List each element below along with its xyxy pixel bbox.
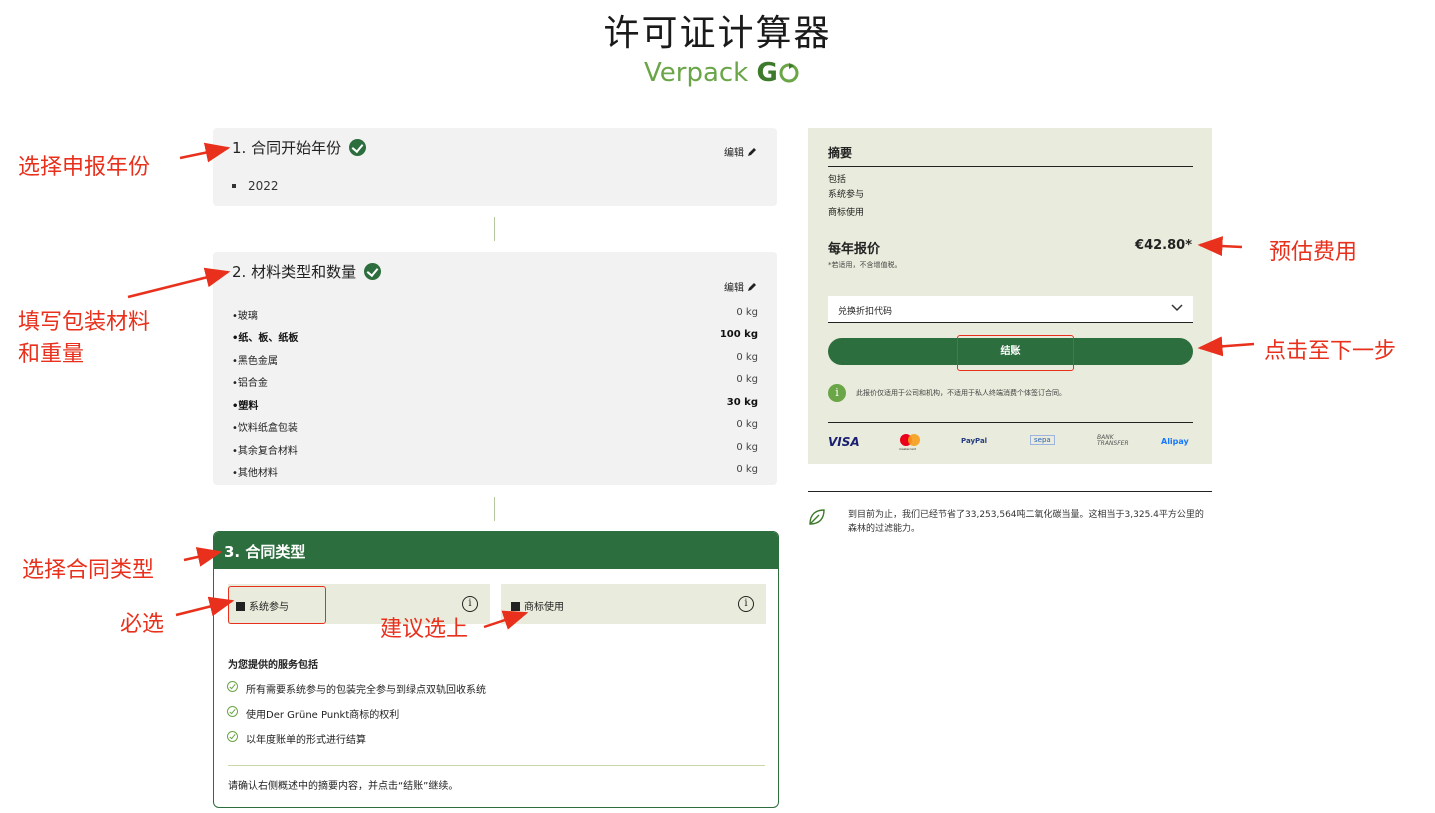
bank-transfer-logo: BANK TRANSFER [1097, 434, 1129, 447]
material-label: •其余复合材料 [232, 446, 298, 457]
info-icon[interactable]: i [462, 596, 478, 612]
option-label: 商标使用 [524, 602, 564, 613]
alipay-logo: Alipay [1161, 437, 1189, 446]
step1-title: 1. 合同开始年份 [232, 139, 342, 157]
divider [228, 765, 765, 766]
services-heading: 为您提供的服务包括 [228, 660, 318, 671]
annotation-contract-type: 选择合同类型 [22, 558, 155, 583]
discount-placeholder: 兑换折扣代码 [838, 307, 893, 317]
checkbox-checked[interactable] [511, 602, 520, 611]
highlight-box [957, 335, 1074, 371]
co2-savings-note: 到目前为止，我们已经节省了33,253,564吨二氧化碳当量。这相当于3,325… [848, 510, 1204, 534]
check-circle-icon [227, 681, 238, 692]
annual-quote-label: 每年报价 [828, 242, 881, 257]
step2-edit-button[interactable]: 编辑 [724, 279, 757, 294]
includes-label: 包括 [828, 175, 847, 185]
annotation-next-step: 点击至下一步 [1264, 339, 1397, 364]
material-value: 0 kg [736, 464, 758, 475]
logo-go: G [756, 58, 778, 88]
material-value: 0 kg [736, 374, 758, 385]
service-item: 所有需要系统参与的包装完全参与到绿点双轨回收系统 [246, 685, 486, 696]
material-label: •饮料纸盒包装 [232, 423, 298, 434]
material-value: 30 kg [726, 397, 758, 408]
material-row: •其他材料 0 kg [232, 464, 758, 479]
material-row: •黑色金属 0 kg [232, 352, 758, 367]
step1-year-item: 2022 [232, 179, 279, 193]
option-trademark-use[interactable]: 商标使用 i [501, 584, 766, 624]
material-label: •黑色金属 [232, 356, 278, 367]
step3-header: 3. 合同类型 [214, 532, 778, 569]
step-connector [494, 497, 495, 521]
divider [828, 422, 1193, 423]
material-row: •塑料 30 kg [232, 397, 758, 412]
annotation-recommended: 建议选上 [380, 617, 469, 642]
completed-check-icon [364, 263, 382, 280]
material-row: •纸、板、纸板 100 kg [232, 329, 758, 344]
annotation-required: 必选 [120, 612, 165, 637]
discount-code-dropdown[interactable]: 兑换折扣代码 [828, 296, 1193, 323]
paypal-logo: PayPal [961, 437, 988, 445]
step2-title: 2. 材料类型和数量 [232, 263, 357, 281]
check-circle-icon [227, 706, 238, 717]
material-row: •其余复合材料 0 kg [232, 442, 758, 457]
info-note: 此报价仅适用于公司和机构，不适用于私人终端消费个体签订合同。 [856, 389, 1066, 397]
completed-check-icon [349, 139, 367, 156]
edit-label: 编辑 [724, 283, 744, 294]
annotation-estimated-fee: 预估费用 [1269, 240, 1358, 265]
mastercard-logo: mastercard [899, 433, 921, 451]
chevron-down-icon [1171, 304, 1183, 312]
material-value: 0 kg [736, 442, 758, 453]
includes-item: 商标使用 [828, 208, 865, 218]
recycle-o-icon [779, 63, 799, 83]
material-value: 0 kg [736, 307, 758, 318]
service-item: 使用Der Grüne Punkt商标的权利 [246, 710, 400, 721]
material-label: •塑料 [232, 401, 259, 412]
pencil-icon [748, 148, 757, 156]
material-value: 0 kg [736, 419, 758, 430]
material-label: •其他材料 [232, 468, 278, 479]
info-icon[interactable]: i [738, 596, 754, 612]
step1-title-wrap: 1. 合同开始年份 [232, 137, 367, 158]
highlight-box [228, 586, 326, 624]
summary-title: 摘要 [828, 146, 853, 160]
info-icon: i [828, 384, 846, 402]
material-row: •铝合金 0 kg [232, 374, 758, 389]
material-value: 100 kg [719, 329, 758, 340]
step3-title: 3. 合同类型 [224, 543, 306, 561]
step3-footer-note: 请确认右侧概述中的摘要内容，并点击“结账”继续。 [228, 781, 459, 792]
step3-panel: 3. 合同类型 系统参与 i 商标使用 i 为您提供的服务包括 所有需要系统参与… [213, 531, 779, 808]
material-row: •玻璃 0 kg [232, 307, 758, 322]
summary-panel: 摘要 包括 系统参与 商标使用 每年报价 €42.80* *若适用，不含增值税。… [808, 128, 1212, 464]
pencil-icon [748, 283, 757, 291]
bullet [232, 184, 236, 188]
material-value: 0 kg [736, 352, 758, 363]
divider [808, 491, 1212, 492]
material-label: •铝合金 [232, 378, 268, 389]
mastercard-text: mastercard [899, 447, 917, 451]
check-circle-icon [227, 731, 238, 742]
step2-title-wrap: 2. 材料类型和数量 [232, 261, 382, 282]
annotation-fill-materials: 填写包装材料 [18, 310, 151, 335]
logo-text: Verpack [644, 58, 749, 88]
edit-label: 编辑 [724, 148, 744, 159]
tax-note: *若适用，不含增值税。 [828, 261, 902, 269]
option-label-wrap: 商标使用 [511, 598, 564, 613]
service-item: 以年度账单的形式进行结算 [246, 735, 366, 746]
material-label: •玻璃 [232, 311, 258, 322]
step-connector [494, 217, 495, 241]
verpackgo-logo: Verpack G [644, 58, 800, 88]
step1-edit-button[interactable]: 编辑 [724, 144, 757, 159]
annual-price: €42.80* [1135, 238, 1192, 253]
page-title: 许可证计算器 [603, 13, 832, 54]
annotation-select-year: 选择申报年份 [18, 155, 151, 180]
includes-item: 系统参与 [828, 190, 865, 200]
material-row: •饮料纸盒包装 0 kg [232, 419, 758, 434]
leaf-icon [809, 509, 825, 525]
material-label: •纸、板、纸板 [232, 333, 299, 344]
visa-logo: VISA [828, 435, 860, 449]
sepa-logo: sepa [1030, 435, 1055, 445]
divider [828, 166, 1193, 167]
annotation-fill-materials-2: 和重量 [18, 342, 85, 367]
step1-year: 2022 [248, 179, 279, 193]
